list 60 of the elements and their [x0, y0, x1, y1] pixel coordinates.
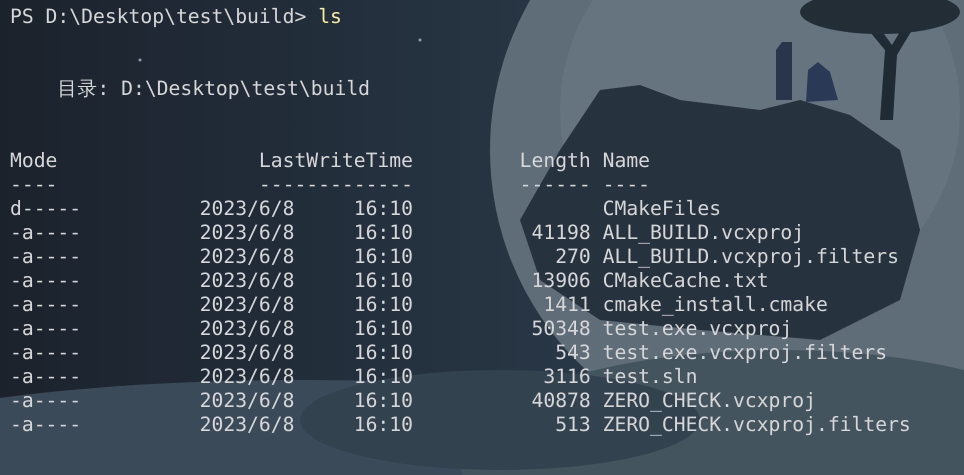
- column-header: Mode: [10, 149, 58, 173]
- table-cell: 13906: [532, 269, 591, 293]
- table-cell: 16:10: [354, 317, 413, 341]
- table-cell: -a----: [10, 413, 82, 437]
- table-cell: CMakeFiles: [602, 197, 722, 221]
- table-cell: 16:10: [354, 389, 413, 413]
- table-cell: 16:10: [354, 221, 413, 245]
- table-cell: 2023/6/8: [200, 293, 294, 317]
- table-cell: 2023/6/8: [200, 365, 294, 389]
- table-cell: ZERO_CHECK.vcxproj.filters: [602, 413, 911, 437]
- table-cell: test.exe.vcxproj.filters: [602, 341, 888, 365]
- column-header: Name: [602, 149, 650, 173]
- table-cell: 2023/6/8: [200, 413, 294, 437]
- column-header: Length: [520, 149, 591, 173]
- prompt-text: PS D:\Desktop\test\build>: [10, 5, 308, 29]
- column-rule: -------------: [258, 173, 413, 197]
- table-cell: 1411: [543, 293, 591, 317]
- table-cell: -a----: [10, 269, 82, 293]
- table-cell: 2023/6/8: [200, 389, 294, 413]
- table-cell: 513: [555, 413, 591, 437]
- table-cell: 50348: [532, 317, 591, 341]
- table-cell: test.sln: [602, 365, 698, 389]
- table-cell: 543: [555, 341, 591, 365]
- column-rule: ----: [602, 173, 650, 197]
- table-cell: 16:10: [354, 293, 413, 317]
- table-cell: 2023/6/8: [200, 341, 294, 365]
- table-cell: 270: [555, 245, 591, 269]
- directory-label: 目录: D:\Desktop\test\build: [57, 77, 370, 101]
- table-cell: 2023/6/8: [200, 221, 294, 245]
- table-cell: CMakeCache.txt: [602, 269, 769, 293]
- table-cell: test.exe.vcxproj: [602, 317, 792, 341]
- table-cell: -a----: [10, 245, 82, 269]
- table-cell: 3116: [543, 365, 591, 389]
- table-cell: 16:10: [354, 269, 413, 293]
- table-cell: -a----: [10, 293, 82, 317]
- table-cell: 16:10: [354, 197, 413, 221]
- table-cell: ZERO_CHECK.vcxproj: [602, 389, 816, 413]
- table-cell: -a----: [10, 389, 82, 413]
- column-rule: ------: [520, 173, 591, 197]
- table-cell: 16:10: [354, 413, 413, 437]
- table-cell: -a----: [10, 317, 82, 341]
- table-cell: -a----: [10, 221, 82, 245]
- table-cell: 2023/6/8: [200, 317, 294, 341]
- table-cell: -a----: [10, 341, 82, 365]
- table-cell: 40878: [532, 389, 591, 413]
- table-cell: 41198: [532, 221, 591, 245]
- table-cell: cmake_install.cmake: [602, 293, 828, 317]
- table-cell: -a----: [10, 365, 82, 389]
- table-cell: 16:10: [354, 365, 413, 389]
- table-cell: ALL_BUILD.vcxproj.filters: [602, 245, 899, 269]
- table-cell: 2023/6/8: [200, 197, 294, 221]
- table-cell: 2023/6/8: [200, 245, 294, 269]
- column-rule: ----: [10, 173, 58, 197]
- table-cell: 16:10: [354, 341, 413, 365]
- table-cell: ALL_BUILD.vcxproj: [602, 221, 804, 245]
- table-cell: 2023/6/8: [200, 269, 294, 293]
- column-header: LastWriteTime: [258, 149, 413, 173]
- command-text: ls: [318, 5, 342, 29]
- table-cell: d-----: [10, 197, 82, 221]
- table-cell: 16:10: [354, 245, 413, 269]
